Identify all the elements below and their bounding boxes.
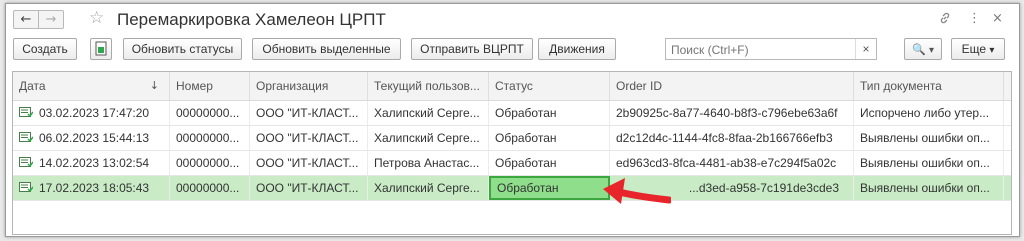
cell-number: 00000000... <box>170 151 250 175</box>
cell-document-type: Выявлены ошибки оп... <box>854 176 1004 200</box>
column-header-document-type[interactable]: Тип документа <box>854 72 1004 100</box>
cell-order-id: 2b90925c-8a77-4640-b8f3-c796ebe63a6f <box>610 101 854 125</box>
table-row-selected[interactable]: 17.02.2023 18:05:43 00000000... ООО "ИТ-… <box>13 176 1011 201</box>
cell-date: 06.02.2023 15:44:13 <box>13 126 170 150</box>
more-label: Еще <box>961 42 987 56</box>
favorite-star-icon[interactable]: ☆ <box>89 8 104 28</box>
save-document-button[interactable] <box>90 38 112 60</box>
date-text: 14.02.2023 13:02:54 <box>39 156 150 170</box>
document-posted-icon <box>19 182 33 193</box>
document-green-icon <box>95 41 107 56</box>
cell-order-id: d2c12d4c-1144-4fc8-8faa-2b166766efb3 <box>610 126 854 150</box>
column-header-date[interactable]: Дата ↓ <box>13 72 170 100</box>
search-button[interactable]: 🔍 ▾ <box>904 38 942 60</box>
close-icon[interactable]: × <box>992 11 1003 26</box>
column-header-label: Дата <box>19 79 46 93</box>
cell-user: Халипский Серге... <box>368 101 489 125</box>
date-text: 06.02.2023 15:44:13 <box>39 131 150 145</box>
document-posted-icon <box>19 157 33 168</box>
table-row[interactable]: 03.02.2023 17:47:20 00000000... ООО "ИТ-… <box>13 101 1011 126</box>
search-icon: 🔍 <box>911 43 926 56</box>
date-text: 17.02.2023 18:05:43 <box>39 181 150 195</box>
cell-user: Петрова Анастас... <box>368 151 489 175</box>
cell-organization: ООО "ИТ-КЛАСТ... <box>250 151 368 175</box>
toolbar: Создать Обновить статусы Обновить выделе… <box>6 38 1019 64</box>
chevron-down-icon: ▾ <box>929 45 935 56</box>
document-posted-icon <box>19 132 33 143</box>
column-header-organization[interactable]: Организация <box>250 72 368 100</box>
window-title: Перемаркировка Хамелеон ЦРПТ <box>117 10 386 29</box>
cell-organization: ООО "ИТ-КЛАСТ... <box>250 176 368 200</box>
nav-forward-button[interactable]: → <box>38 10 64 29</box>
cell-status-active[interactable]: Обработан <box>489 176 610 200</box>
cell-organization: ООО "ИТ-КЛАСТ... <box>250 101 368 125</box>
cell-date: 03.02.2023 17:47:20 <box>13 101 170 125</box>
more-button[interactable]: Еще ▾ <box>951 38 1005 60</box>
cell-document-type: Испорчено либо утер... <box>854 101 1004 125</box>
cell-status: Обработан <box>489 126 610 150</box>
table-row[interactable]: 06.02.2023 15:44:13 00000000... ООО "ИТ-… <box>13 126 1011 151</box>
search-input[interactable] <box>669 40 853 60</box>
table-header: Дата ↓ Номер Организация Текущий пользов… <box>13 72 1011 101</box>
cell-date: 17.02.2023 18:05:43 <box>13 176 170 200</box>
table-row[interactable]: 14.02.2023 13:02:54 00000000... ООО "ИТ-… <box>13 151 1011 176</box>
cell-number: 00000000... <box>170 126 250 150</box>
cell-status: Обработан <box>489 151 610 175</box>
date-text: 03.02.2023 17:47:20 <box>39 106 150 120</box>
nav-back-button[interactable]: ← <box>13 10 39 29</box>
title-bar: ← → ☆ Перемаркировка Хамелеон ЦРПТ ⋮ × <box>6 4 1019 34</box>
search-clear-icon[interactable]: × <box>855 39 876 59</box>
cell-order-id: ed963cd3-8fca-4481-ab38-e7c294f5a02c <box>610 151 854 175</box>
column-header-order-id[interactable]: Order ID <box>610 72 854 100</box>
send-vcrpt-button[interactable]: Отправить ВЦРПТ <box>411 38 533 60</box>
search-box: × <box>665 38 877 60</box>
documents-table: Дата ↓ Номер Организация Текущий пользов… <box>12 71 1012 235</box>
document-posted-icon <box>19 107 33 118</box>
refresh-selected-button[interactable]: Обновить выделенные <box>252 38 401 60</box>
cell-organization: ООО "ИТ-КЛАСТ... <box>250 126 368 150</box>
cell-document-type: Выявлены ошибки оп... <box>854 151 1004 175</box>
cell-number: 00000000... <box>170 176 250 200</box>
cell-user: Халипский Серге... <box>368 176 489 200</box>
cell-document-type: Выявлены ошибки оп... <box>854 126 1004 150</box>
movements-button[interactable]: Движения <box>538 38 616 60</box>
column-header-number[interactable]: Номер <box>170 72 250 100</box>
column-header-status[interactable]: Статус <box>489 72 610 100</box>
more-menu-icon[interactable]: ⋮ <box>968 11 981 26</box>
chevron-down-icon: ▾ <box>989 45 995 56</box>
link-icon[interactable] <box>938 11 952 29</box>
refresh-statuses-button[interactable]: Обновить статусы <box>123 38 242 60</box>
main-window: ← → ☆ Перемаркировка Хамелеон ЦРПТ ⋮ × С… <box>5 3 1020 237</box>
column-header-current-user[interactable]: Текущий пользов... <box>368 72 489 100</box>
cell-date: 14.02.2023 13:02:54 <box>13 151 170 175</box>
cell-number: 00000000... <box>170 101 250 125</box>
sort-down-icon: ↓ <box>149 79 159 92</box>
cell-user: Халипский Серге... <box>368 126 489 150</box>
create-button[interactable]: Создать <box>13 38 77 60</box>
cell-status: Обработан <box>489 101 610 125</box>
red-arrow-annotation-icon <box>603 178 671 204</box>
